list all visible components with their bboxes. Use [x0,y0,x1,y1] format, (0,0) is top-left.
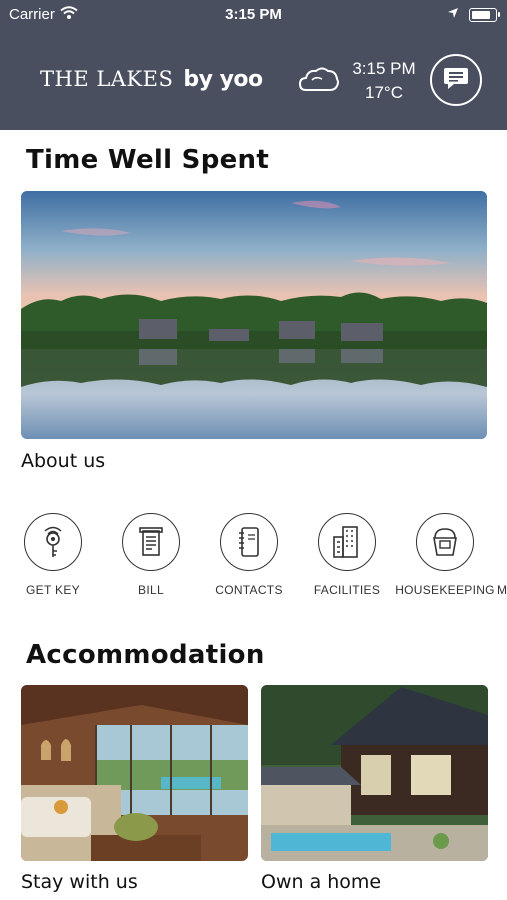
section-title-time-well-spent: Time Well Spent [26,145,270,175]
location-arrow-icon [447,6,459,23]
weather-info: 3:15 PM 17°C [346,57,422,105]
section-title-accommodation: Accommodation [26,640,265,670]
building-icon [318,513,376,571]
bill-icon [122,513,180,571]
chat-button[interactable] [430,54,482,106]
own-a-home-link[interactable]: Own a home [261,871,381,893]
key-icon [24,513,82,571]
service-contacts[interactable]: CONTACTS [199,513,299,597]
service-bill[interactable]: BILL [101,513,201,597]
weather-time: 3:15 PM [352,59,416,78]
logo-sub-text: by yoo [183,67,263,92]
logo-main-text: THE LAKES [40,67,174,91]
service-label: M [497,583,507,597]
cloud-icon [298,64,340,98]
app-header: Carrier 3:15 PM THE LAKES by yoo 3:15 PM… [0,0,507,130]
chat-icon [443,66,469,94]
own-a-home-card-image[interactable] [261,685,488,861]
services-row: GET KEY BILL CONTACTS FACILITIES HOUSEKE… [0,513,507,603]
weather-temp: 17°C [365,83,403,102]
status-right [447,6,500,23]
service-label: HOUSEKEEPING [395,583,495,597]
status-bar: Carrier 3:15 PM [0,0,507,28]
service-more[interactable]: M [493,513,507,597]
service-label: FACILITIES [313,583,381,597]
service-facilities[interactable]: FACILITIES [297,513,397,597]
service-get-key[interactable]: GET KEY [3,513,103,597]
brand-logo[interactable]: THE LAKES by yoo [40,67,263,92]
service-label: CONTACTS [215,583,283,597]
stay-with-us-link[interactable]: Stay with us [21,871,138,893]
service-label: GET KEY [26,583,80,597]
status-time: 3:15 PM [225,6,282,23]
service-housekeeping[interactable]: HOUSEKEEPING [395,513,495,597]
contacts-icon [220,513,278,571]
about-us-link[interactable]: About us [21,450,105,472]
stay-with-us-card-image[interactable] [21,685,248,861]
service-label: BILL [138,583,164,597]
about-us-hero-image[interactable] [21,191,487,439]
battery-icon [469,7,500,22]
service-more-spacer [493,513,507,571]
bucket-icon [416,513,474,571]
